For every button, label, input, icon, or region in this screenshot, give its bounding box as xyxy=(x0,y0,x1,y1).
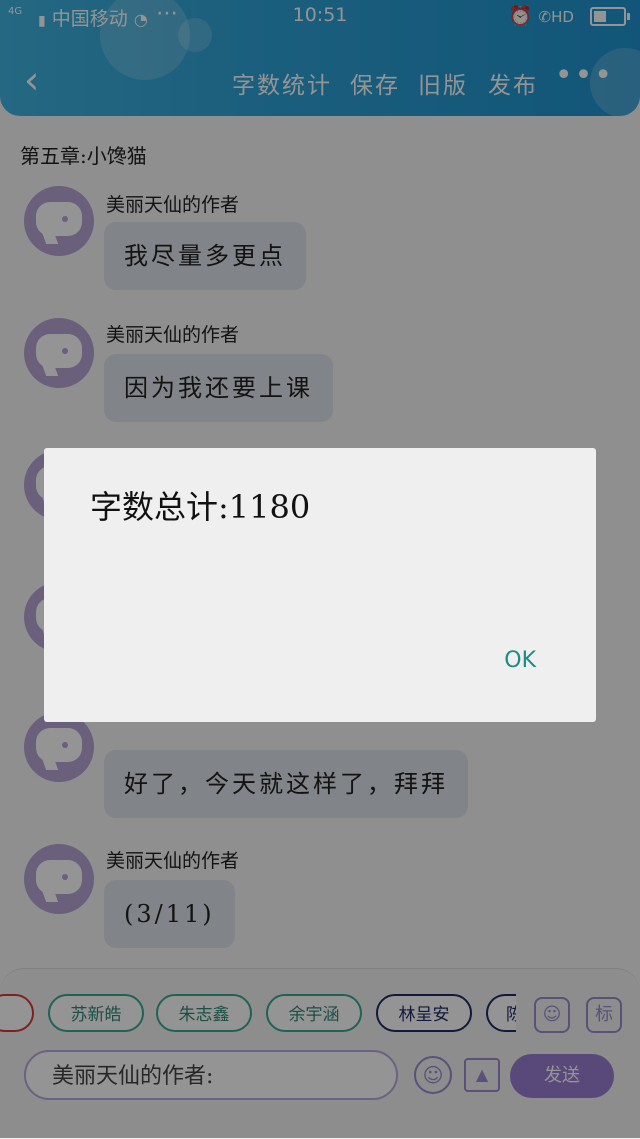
app-screen: 4G ▮ 中国移动 ◔ ⋯ 10:51 ⏰ ✆HD ‹ 字数统计 保存 旧版 发… xyxy=(0,0,640,1139)
dialog-message: 字数总计:1180 xyxy=(90,488,311,526)
word-count-dialog: 字数总计:1180 OK xyxy=(44,448,596,722)
ok-button[interactable]: OK xyxy=(504,648,536,673)
